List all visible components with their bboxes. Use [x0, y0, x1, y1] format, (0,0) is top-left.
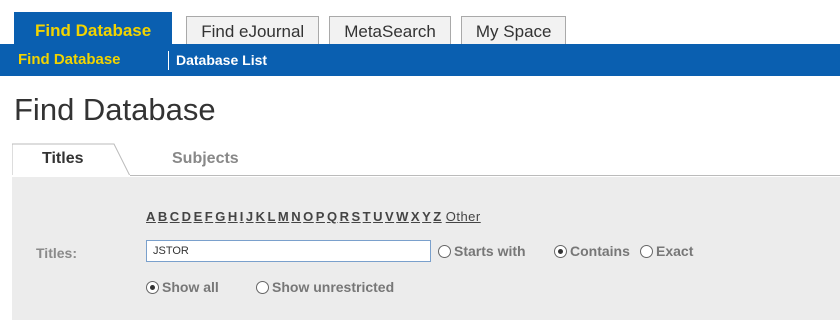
- tab-subjects[interactable]: Subjects: [172, 150, 239, 168]
- alpha-link-n[interactable]: N: [291, 209, 301, 224]
- option-show-all[interactable]: Show all: [146, 279, 219, 295]
- title-search-input[interactable]: [146, 240, 431, 262]
- option-exact[interactable]: Exact: [640, 243, 693, 259]
- tab-find-ejournal[interactable]: Find eJournal: [186, 16, 320, 46]
- alpha-link-t[interactable]: T: [363, 209, 371, 224]
- tabs-baseline: [12, 175, 840, 176]
- option-contains[interactable]: Contains: [554, 243, 630, 259]
- option-starts-with[interactable]: Starts with: [438, 243, 526, 259]
- alpha-link-p[interactable]: P: [316, 209, 325, 224]
- alpha-link-d[interactable]: D: [182, 209, 192, 224]
- titles-field-label: Titles:: [36, 245, 77, 261]
- subnav-divider: [168, 51, 169, 70]
- tab-titles[interactable]: Titles: [12, 142, 130, 176]
- contains-label: Contains: [570, 243, 630, 259]
- starts-with-label: Starts with: [454, 243, 526, 259]
- alpha-link-v[interactable]: V: [385, 209, 394, 224]
- alpha-link-y[interactable]: Y: [422, 209, 431, 224]
- subnav-find-database[interactable]: Find Database: [18, 44, 121, 76]
- alpha-link-k[interactable]: K: [256, 209, 266, 224]
- tab-metasearch[interactable]: MetaSearch: [329, 16, 451, 46]
- alpha-link-a[interactable]: A: [146, 209, 156, 224]
- alpha-link-f[interactable]: F: [205, 209, 213, 224]
- alpha-link-i[interactable]: I: [240, 209, 244, 224]
- option-show-unrestricted[interactable]: Show unrestricted: [256, 279, 394, 295]
- alpha-link-r[interactable]: R: [340, 209, 350, 224]
- alpha-link-l[interactable]: L: [267, 209, 275, 224]
- alpha-link-j[interactable]: J: [246, 209, 254, 224]
- alpha-link-h[interactable]: H: [228, 209, 238, 224]
- alpha-link-o[interactable]: O: [303, 209, 314, 224]
- alpha-link-z[interactable]: Z: [433, 209, 441, 224]
- alpha-link-other[interactable]: Other: [446, 209, 481, 224]
- exact-label: Exact: [656, 243, 694, 259]
- tab-my-space[interactable]: My Space: [460, 16, 567, 46]
- alpha-link-w[interactable]: W: [396, 209, 409, 224]
- alpha-link-e[interactable]: E: [194, 209, 203, 224]
- alpha-link-c[interactable]: C: [170, 209, 180, 224]
- subnav-database-list[interactable]: Database List: [176, 44, 267, 76]
- alpha-link-g[interactable]: G: [215, 209, 226, 224]
- show-all-label: Show all: [162, 279, 219, 295]
- tab-find-database[interactable]: Find Database: [14, 12, 173, 46]
- search-panel: A B C D E F G H I J K L M N O P Q R S T U V W X Y Z Other Titles: …: [12, 177, 840, 320]
- alpha-link-x[interactable]: X: [411, 209, 420, 224]
- page-title: Find Database: [14, 92, 216, 127]
- alpha-link-m[interactable]: M: [278, 209, 289, 224]
- show-all-radio[interactable]: [146, 280, 159, 294]
- alphabet-index: A B C D E F G H I J K L M N O P Q R S T U V W X Y Z Other: [146, 209, 481, 224]
- contains-radio[interactable]: [554, 244, 567, 258]
- alpha-link-b[interactable]: B: [158, 209, 168, 224]
- alpha-link-u[interactable]: U: [373, 209, 383, 224]
- tab-titles-label: Titles: [42, 150, 84, 167]
- exact-radio[interactable]: [640, 244, 653, 258]
- search-mode-tabs: Titles Subjects: [12, 140, 840, 176]
- show-unrestricted-radio[interactable]: [256, 280, 269, 294]
- starts-with-radio[interactable]: [438, 244, 451, 258]
- alpha-link-q[interactable]: Q: [327, 209, 338, 224]
- sub-navigation-bar: Find Database Database List: [0, 44, 840, 76]
- main-tabs: Find Database Find eJournal MetaSearch M…: [14, 12, 576, 46]
- alpha-link-s[interactable]: S: [351, 209, 360, 224]
- show-unrestricted-label: Show unrestricted: [272, 279, 395, 295]
